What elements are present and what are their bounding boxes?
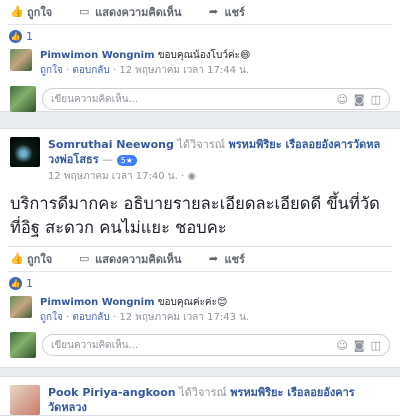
comment-time[interactable]: 12 พฤษภาคม เวลา 17:43 น. [119, 312, 249, 323]
avatar[interactable] [10, 385, 40, 415]
rating-badge: 5★ [116, 154, 137, 166]
post-header: Somruthai Neewong ได้วิจารณ์ พรหมพิริยะ … [0, 129, 400, 184]
camera-icon[interactable]: ◙ [354, 339, 365, 352]
author-name[interactable]: Somruthai Neewong [48, 138, 174, 151]
comment-text: ขอบคุณน้องโบว์ค่ะ😄 [157, 50, 251, 61]
post-card-3: Pook Piriya-angkoon ได้วิจารณ์ พรหมพิริย… [0, 376, 400, 416]
like-badge-icon: 👍 [9, 276, 22, 290]
comment-composer: เขียนความคิดเห็น... ☺ ◙ ◫ [0, 332, 400, 358]
sticker-icon[interactable]: ◫ [371, 93, 381, 106]
share-button[interactable]: ➦ แชร์ [207, 250, 245, 268]
comment-reply-link[interactable]: ตอบกลับ [72, 312, 109, 323]
comment-meta: ถูกใจ · ตอบกลับ · 12 พฤษภาคม เวลา 17:44 … [40, 65, 250, 76]
comment-reply: Pimwimon Wongnim ขอบคุณค่ะค่ะ😊 ถูกใจ · ต… [0, 296, 400, 324]
comment-input[interactable]: เขียนความคิดเห็น... ☺ ◙ ◫ [42, 334, 390, 356]
comment-like-link[interactable]: ถูกใจ [40, 312, 63, 323]
like-button[interactable]: 👍 ถูกใจ [10, 3, 52, 21]
post-body: บริการดีมากคะ อธิบายรายละเอียดละเอียดดี … [10, 194, 380, 237]
thumbs-up-icon: 👍 [10, 252, 24, 265]
author-name[interactable]: Pook Piriya-angkoon [48, 386, 176, 399]
avatar[interactable] [10, 296, 32, 318]
avatar [10, 332, 36, 358]
commenter-name[interactable]: Pimwimon Wongnim [40, 297, 155, 308]
comment-reply-link[interactable]: ตอบกลับ [72, 65, 109, 76]
post-actions: 👍 ถูกใจ ▭ แสดงความคิดเห็น ➦ แชร์ [0, 247, 400, 271]
commenter-name[interactable]: Pimwimon Wongnim [40, 50, 155, 61]
post-card-1: 👍 ถูกใจ ▭ แสดงความคิดเห็น ➦ แชร์ 👍 1 Pimwimo… [0, 0, 400, 112]
comment-like-link[interactable]: ถูกใจ [40, 65, 63, 76]
camera-icon[interactable]: ◙ [354, 93, 365, 106]
avatar[interactable] [10, 49, 32, 71]
share-button[interactable]: ➦ แชร์ [207, 3, 245, 21]
sticker-icon[interactable]: ◫ [371, 339, 381, 352]
post-time[interactable]: 12 พฤษภาคม เวลา 17:40 น. [48, 171, 178, 182]
like-button[interactable]: 👍 ถูกใจ [10, 250, 52, 268]
comment-icon: ▭ [78, 5, 90, 18]
globe-icon: ◉ [187, 171, 197, 182]
emoji-icon[interactable]: ☺ [336, 339, 347, 352]
comment-icon: ▭ [78, 252, 90, 265]
share-icon: ➦ [208, 252, 219, 265]
comment-button[interactable]: ▭ แสดงความคิดเห็น [78, 3, 182, 21]
share-icon: ➦ [208, 5, 219, 18]
like-count[interactable]: 👍 1 [0, 25, 400, 47]
post-card-2: Somruthai Neewong ได้วิจารณ์ พรหมพิริยะ … [0, 128, 400, 368]
like-count[interactable]: 👍 1 [0, 272, 400, 294]
post-header: Pook Piriya-angkoon ได้วิจารณ์ พรหมพิริย… [0, 377, 400, 415]
comment-reply: Pimwimon Wongnim ขอบคุณน้องโบว์ค่ะ😄 ถูกใ… [0, 49, 400, 77]
comment-time[interactable]: 12 พฤษภาคม เวลา 17:44 น. [119, 65, 249, 76]
post-actions: 👍 ถูกใจ ▭ แสดงความคิดเห็น ➦ แชร์ [0, 0, 400, 24]
avatar [10, 86, 36, 112]
like-badge-icon: 👍 [9, 29, 22, 43]
comment-text: ขอบคุณค่ะค่ะ😊 [157, 297, 228, 308]
thumbs-up-icon: 👍 [10, 5, 24, 18]
comment-composer: เขียนความคิดเห็น... ☺ ◙ ◫ [0, 86, 400, 112]
avatar[interactable] [10, 137, 40, 167]
emoji-icon[interactable]: ☺ [336, 93, 347, 106]
comment-button[interactable]: ▭ แสดงความคิดเห็น [78, 250, 182, 268]
comment-input[interactable]: เขียนความคิดเห็น... ☺ ◙ ◫ [42, 88, 390, 110]
